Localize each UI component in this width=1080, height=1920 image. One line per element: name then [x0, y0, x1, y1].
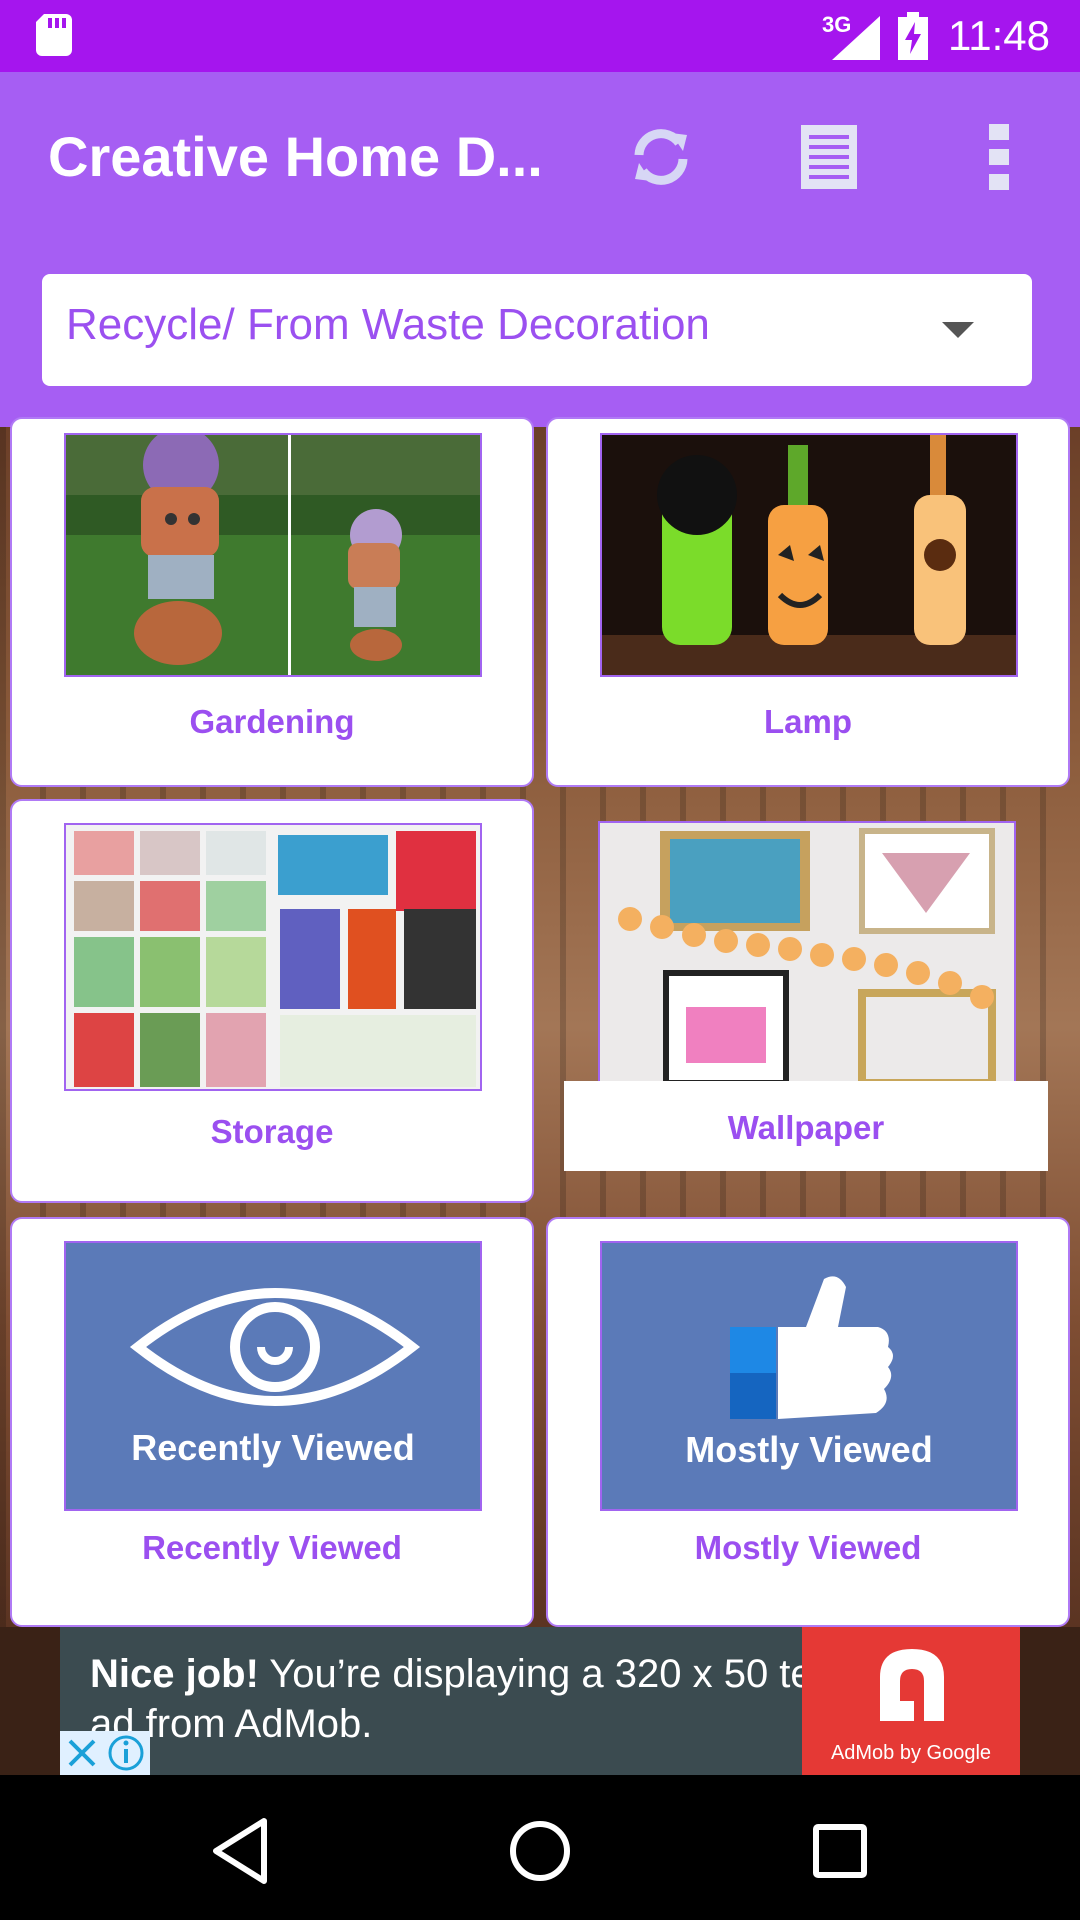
eye-icon [129, 1288, 421, 1406]
grid-item-recently-viewed[interactable]: Recently Viewed Recently Viewed [10, 1217, 534, 1627]
mostly-viewed-image: Mostly Viewed [600, 1241, 1018, 1511]
home-button[interactable] [500, 1811, 580, 1891]
category-spinner[interactable]: Recycle/ From Waste Decoration [42, 274, 1032, 386]
ad-bold-text: Nice job! [90, 1652, 259, 1696]
grid-item-label: Storage [210, 1113, 334, 1150]
sd-card-icon [36, 14, 72, 56]
overflow-menu-button[interactable] [954, 112, 1044, 202]
storage-image [64, 823, 482, 1091]
recently-viewed-image: Recently Viewed [64, 1241, 482, 1511]
list-icon [801, 125, 857, 189]
recently-viewed-caption: Recently Viewed [131, 1427, 415, 1468]
back-button[interactable] [202, 1811, 282, 1891]
grid-item-gardening[interactable]: Gardening [10, 417, 534, 787]
grid-item-label: Lamp [763, 703, 852, 740]
signal-icon [832, 16, 880, 60]
app-title: Creative Home D... [48, 125, 543, 188]
navigation-bar [0, 1775, 1080, 1920]
mostly-viewed-caption: Mostly Viewed [685, 1429, 933, 1470]
grid-item-mostly-viewed[interactable]: Mostly Viewed Mostly Viewed [546, 1217, 1070, 1627]
more-vert-icon [989, 124, 1009, 190]
refresh-button[interactable] [616, 112, 706, 202]
wallpaper-image [598, 821, 1016, 1089]
info-icon [108, 1735, 144, 1771]
admob-logo-text: AdMob by Google [830, 1742, 992, 1764]
admob-logo: AdMob by Google [802, 1627, 1020, 1775]
grid-item-label: Mostly Viewed [694, 1529, 922, 1566]
grid-item-wallpaper[interactable]: Wallpaper [546, 799, 1070, 1203]
grid-item-storage[interactable]: Storage [10, 799, 534, 1203]
recents-button[interactable] [800, 1811, 880, 1891]
admob-logo-icon [880, 1649, 944, 1721]
category-spinner-value: Recycle/ From Waste Decoration [66, 300, 710, 349]
grid-item-label: Gardening [189, 703, 355, 740]
grid-item-lamp[interactable]: Lamp [546, 417, 1070, 787]
gardening-image [64, 433, 482, 677]
close-icon [68, 1739, 96, 1767]
ad-banner[interactable]: Nice job! You’re displaying a 320 x 50 t… [60, 1627, 1020, 1775]
ad-text: Nice job! You’re displaying a 320 x 50 t… [90, 1649, 850, 1749]
ad-choices[interactable] [60, 1731, 150, 1775]
list-button[interactable] [784, 112, 874, 202]
grid-item-label: Wallpaper [727, 1109, 885, 1146]
app-bar: Creative Home D... Recycle/ From Waste D… [0, 72, 1080, 427]
wallpaper-label-strip: Wallpaper [564, 1081, 1048, 1171]
grid-item-label: Recently Viewed [142, 1529, 402, 1566]
status-bar: 3G 11:48 [0, 0, 1080, 72]
clock: 11:48 [948, 12, 1050, 59]
lamp-image [600, 433, 1018, 677]
category-grid: Gardening Lamp Storage Wallpaper Recentl… [0, 417, 1080, 1627]
battery-charging-icon [898, 12, 928, 60]
refresh-icon [634, 129, 688, 185]
dropdown-arrow-icon [942, 322, 974, 338]
